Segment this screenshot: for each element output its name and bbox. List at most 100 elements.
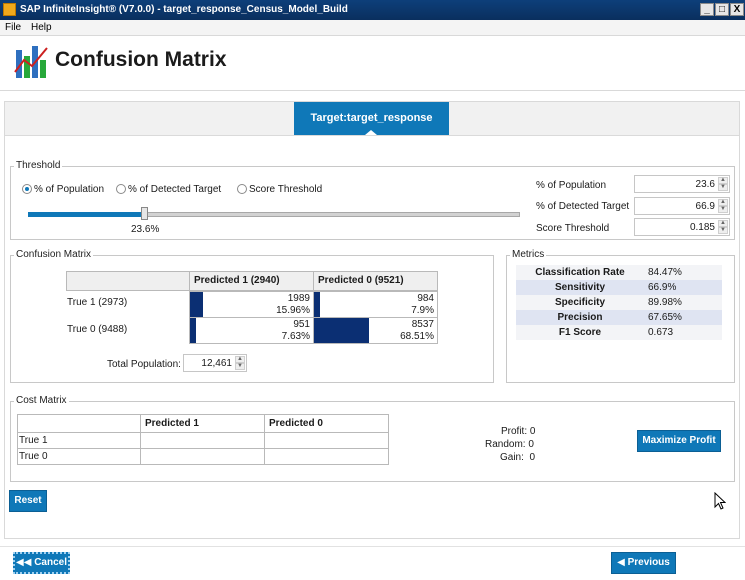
cost-header-predicted-0: Predicted 0: [264, 414, 389, 433]
metric-name: Specificity: [554, 297, 606, 308]
confusion-header-predicted-1: Predicted 1 (2940): [189, 271, 314, 291]
total-population-label: Total Population:: [107, 359, 181, 370]
confusion-header-predicted-0: Predicted 0 (9521): [313, 271, 438, 291]
confusion-bar-fn: [314, 292, 320, 317]
total-population-spinner[interactable]: 12,461 ▲ ▼: [183, 354, 247, 372]
threshold-slider-thumb[interactable]: [141, 207, 148, 220]
window-title: SAP InfiniteInsight® (V7.0.0) - target_r…: [20, 4, 348, 15]
radio-percent-population[interactable]: [22, 184, 32, 194]
metric-value: 66.9%: [648, 282, 677, 293]
confusion-pct-fn: 7.9%: [411, 305, 434, 316]
field-score-threshold-label: Score Threshold: [536, 223, 610, 234]
random-text: Random: 0: [485, 439, 534, 450]
spinner-down-icon[interactable]: ▼: [718, 184, 728, 191]
cost-cell-true0-pred0[interactable]: [264, 448, 389, 465]
tab-target[interactable]: Target:target_response: [294, 102, 449, 135]
cost-cell-true0-pred1[interactable]: [140, 448, 265, 465]
radio-percent-population-label[interactable]: % of Population: [34, 184, 104, 195]
population-spinner[interactable]: 23.6 ▲ ▼: [634, 175, 730, 193]
spinner-down-icon[interactable]: ▼: [718, 227, 728, 234]
metric-name: Sensitivity: [554, 282, 606, 293]
spinner-up-icon[interactable]: ▲: [718, 177, 728, 184]
metric-row: Sensitivity 66.9%: [516, 280, 722, 295]
gain-text: Gain: 0: [500, 452, 536, 463]
spinner-up-icon[interactable]: ▲: [718, 220, 728, 227]
page-header: Confusion Matrix: [0, 36, 745, 90]
confusion-cell-fn: 984 7.9%: [313, 291, 438, 318]
confusion-count-fp: 951: [293, 319, 310, 330]
radio-percent-detected-target[interactable]: [116, 184, 126, 194]
menu-help[interactable]: Help: [31, 22, 52, 33]
confusion-pct-fp: 7.63%: [281, 331, 310, 342]
header-divider: [0, 90, 745, 91]
confusion-count-tn: 8537: [411, 319, 434, 330]
profit-text: Profit: 0: [501, 426, 536, 437]
cost-row-label-true-0: True 0: [17, 448, 141, 465]
spinner-up-icon[interactable]: ▲: [718, 199, 728, 206]
spinner-down-icon[interactable]: ▼: [235, 363, 245, 370]
minimize-button[interactable]: _: [700, 3, 714, 16]
metric-value: 0.673: [648, 327, 674, 338]
confusion-row-label-true-0: True 0 (9488): [67, 324, 128, 335]
confusion-cell-fp: 951 7.63%: [189, 317, 314, 344]
previous-arrow-icon: ◀: [617, 557, 625, 568]
radio-score-threshold[interactable]: [237, 184, 247, 194]
cost-cell-true1-pred0[interactable]: [264, 432, 389, 449]
confusion-matrix-group-label: Confusion Matrix: [14, 249, 94, 260]
confusion-pct-tp: 15.96%: [276, 305, 310, 316]
radio-percent-detected-target-label[interactable]: % of Detected Target: [128, 184, 221, 195]
score-threshold-spinner[interactable]: 0.185 ▲ ▼: [634, 218, 730, 236]
window-title-bar[interactable]: SAP InfiniteInsight® (V7.0.0) - target_r…: [0, 0, 745, 20]
spinner-up-icon[interactable]: ▲: [235, 356, 245, 363]
previous-button[interactable]: ◀ Previous: [611, 552, 676, 574]
confusion-count-fn: 984: [417, 293, 434, 304]
radio-score-threshold-label[interactable]: Score Threshold: [249, 184, 322, 195]
rewind-icon: ◀◀: [16, 557, 32, 568]
confusion-bar-tp: [190, 292, 203, 317]
population-value: 23.6: [695, 179, 715, 190]
field-detected-target-label: % of Detected Target: [536, 201, 630, 212]
metric-name: Classification Rate: [535, 267, 625, 278]
cost-cell-true1-pred1[interactable]: [140, 432, 265, 449]
metric-value: 89.98%: [648, 297, 682, 308]
cost-header-corner: [17, 414, 141, 433]
menu-bar: File Help: [0, 20, 745, 36]
chart-logo-icon: [14, 42, 48, 80]
tab-target-label: Target:target_response: [310, 112, 433, 124]
confusion-header-corner: [66, 271, 190, 291]
metric-name: F1 Score: [558, 327, 602, 338]
close-button[interactable]: X: [730, 3, 744, 16]
detected-target-value: 66.9: [695, 201, 715, 212]
detected-target-spinner[interactable]: 66.9 ▲ ▼: [634, 197, 730, 215]
total-population-value: 12,461: [201, 358, 232, 369]
metric-row: Specificity 89.98%: [516, 295, 722, 310]
confusion-cell-tn: 8537 68.51%: [313, 317, 438, 344]
page-title: Confusion Matrix: [55, 48, 227, 71]
metric-name: Precision: [557, 312, 603, 323]
cost-matrix-group-label: Cost Matrix: [14, 395, 69, 406]
reset-button[interactable]: Reset: [9, 490, 47, 512]
confusion-count-tp: 1989: [287, 293, 310, 304]
cost-row-label-true-1: True 1: [17, 432, 141, 449]
metric-value: 84.47%: [648, 267, 682, 278]
cancel-label: Cancel: [34, 557, 67, 568]
metric-row: Classification Rate 84.47%: [516, 265, 722, 280]
confusion-bar-fp: [190, 318, 196, 343]
metrics-group-label: Metrics: [510, 249, 547, 260]
metric-row: Precision 67.65%: [516, 310, 722, 325]
footer-divider: [0, 546, 745, 547]
previous-label: Previous: [627, 557, 670, 568]
score-threshold-value: 0.185: [689, 222, 715, 233]
maximize-button[interactable]: □: [715, 3, 729, 16]
metric-row: F1 Score 0.673: [516, 325, 722, 340]
maximize-profit-button[interactable]: Maximize Profit: [637, 430, 721, 452]
app-icon: [3, 3, 16, 16]
mouse-cursor-icon: [714, 492, 726, 510]
confusion-cell-tp: 1989 15.96%: [189, 291, 314, 318]
threshold-slider-fill: [28, 212, 144, 217]
threshold-group-label: Threshold: [14, 160, 63, 171]
cancel-button[interactable]: ◀◀ Cancel: [13, 552, 70, 574]
menu-file[interactable]: File: [5, 22, 21, 33]
confusion-pct-tn: 68.51%: [400, 331, 434, 342]
spinner-down-icon[interactable]: ▼: [718, 206, 728, 213]
